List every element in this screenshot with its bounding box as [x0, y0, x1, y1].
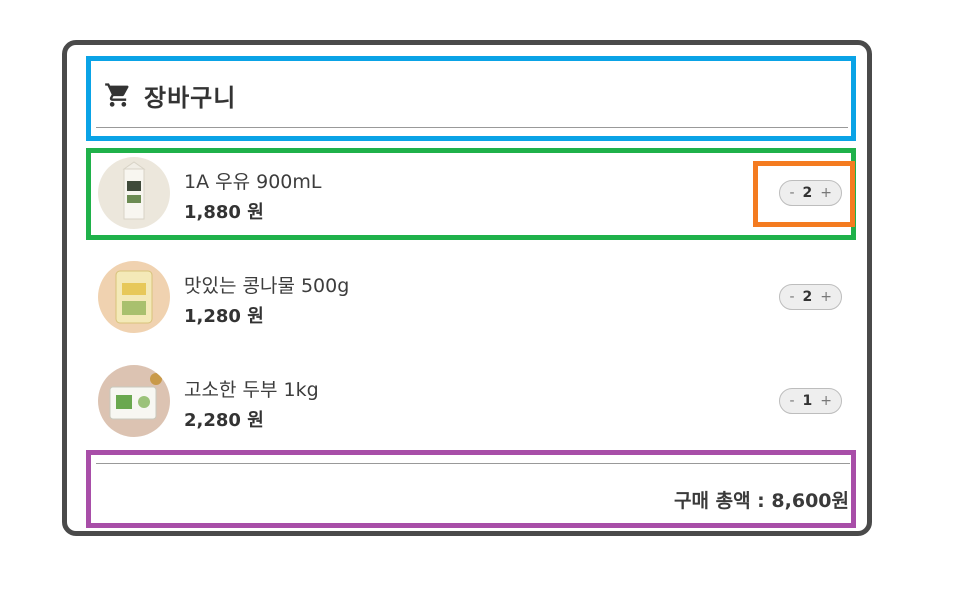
- increase-button[interactable]: +: [820, 289, 832, 305]
- product-image-milk: [98, 157, 170, 229]
- item-price: 2,280 원: [184, 410, 264, 431]
- increase-button[interactable]: +: [820, 185, 832, 201]
- item-price: 1,880 원: [184, 202, 264, 223]
- decrease-button[interactable]: -: [789, 289, 794, 305]
- total-label: 구매 총액 :: [674, 490, 772, 512]
- page-title: 장바구니: [144, 83, 237, 112]
- quantity-stepper[interactable]: - 1 +: [779, 388, 842, 414]
- quantity-value: 1: [802, 393, 813, 409]
- item-name: 고소한 두부 1kg: [184, 379, 319, 401]
- total-amount: 구매 총액 : 8,600원: [674, 486, 849, 513]
- cart-icon: [105, 83, 129, 107]
- item-price: 1,280 원: [184, 306, 264, 327]
- product-image-tofu: [98, 365, 170, 437]
- product-image-bean-sprouts: [98, 261, 170, 333]
- quantity-value: 2: [802, 185, 813, 201]
- decrease-button[interactable]: -: [789, 185, 794, 201]
- quantity-value: 2: [802, 289, 813, 305]
- header-divider: [96, 127, 848, 128]
- item-name: 1A 우유 900mL: [184, 171, 322, 193]
- cart-item: 맛있는 콩나물 500g 1,280 원 - 2 +: [98, 261, 850, 333]
- quantity-stepper[interactable]: - 2 +: [779, 284, 842, 310]
- total-value: 8,600원: [771, 490, 849, 512]
- quantity-stepper[interactable]: - 2 +: [779, 180, 842, 206]
- decrease-button[interactable]: -: [789, 393, 794, 409]
- increase-button[interactable]: +: [820, 393, 832, 409]
- cart-header: 장바구니: [104, 80, 237, 112]
- footer-divider: [96, 463, 850, 464]
- cart-item: 1A 우유 900mL 1,880 원 - 2 +: [98, 157, 850, 229]
- cart-item: 고소한 두부 1kg 2,280 원 - 1 +: [98, 365, 850, 437]
- item-name: 맛있는 콩나물 500g: [184, 275, 350, 297]
